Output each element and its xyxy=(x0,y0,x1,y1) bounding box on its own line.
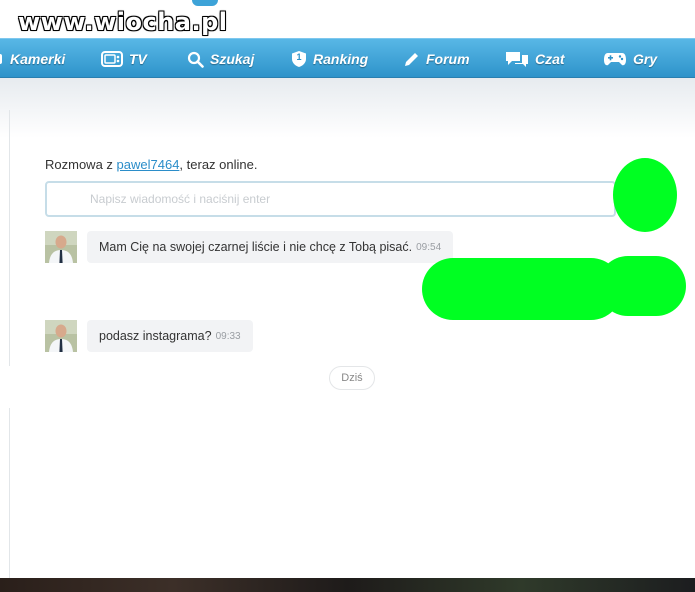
nav-item-gry[interactable]: Gry xyxy=(603,39,657,79)
censor-blob-message-end xyxy=(598,256,686,316)
ranking-badge-number: 1 xyxy=(296,52,302,62)
avatar xyxy=(45,231,77,263)
nav-label-szukaj: Szukaj xyxy=(210,51,255,67)
camera-icon xyxy=(0,52,4,66)
chat-bubbles-icon xyxy=(505,50,529,68)
message-time: 09:54 xyxy=(416,241,442,253)
nav-item-szukaj[interactable]: Szukaj xyxy=(187,39,254,79)
nav-item-czat[interactable]: Czat xyxy=(505,39,565,79)
nav-item-forum[interactable]: Forum xyxy=(403,39,470,79)
nav-item-ranking[interactable]: 1 Ranking xyxy=(291,39,368,79)
shield-badge-icon: 1 xyxy=(291,50,307,68)
nav-shadow xyxy=(0,78,695,138)
nav-label-gry: Gry xyxy=(633,51,658,67)
tv-icon xyxy=(101,51,123,67)
conversation-status: , teraz online. xyxy=(179,157,258,172)
nav-item-kamerki[interactable]: Kamerki xyxy=(0,39,65,79)
nav-item-tv[interactable]: TV xyxy=(101,39,147,79)
content-left-border-lower xyxy=(9,408,10,580)
conversation-username-link[interactable]: pawel7464 xyxy=(117,157,180,172)
message-input[interactable] xyxy=(45,181,616,217)
search-icon xyxy=(187,51,204,68)
conversation-prefix: Rozmowa z xyxy=(45,157,117,172)
avatar xyxy=(45,320,77,352)
nav-label-czat: Czat xyxy=(535,51,565,67)
message-text: podasz instagrama? xyxy=(99,329,212,343)
censor-blob-avatar xyxy=(613,158,677,232)
footer-background xyxy=(0,578,695,592)
message-time: 09:33 xyxy=(215,330,241,342)
watermark-swoosh xyxy=(192,0,218,6)
message-bubble-1: Mam Cię na swojej czarnej liście i nie c… xyxy=(87,231,454,263)
pencil-icon xyxy=(403,51,420,68)
message-text: Mam Cię na swojej czarnej liście i nie c… xyxy=(99,240,413,254)
main-nav: Kamerki TV Szukaj 1 Ranking Forum Czat G… xyxy=(0,38,695,78)
day-separator: Dziś xyxy=(329,366,375,390)
content-left-border xyxy=(9,110,10,366)
nav-label-tv: TV xyxy=(129,51,147,67)
gamepad-icon xyxy=(603,51,627,67)
censor-blob-message xyxy=(422,258,622,320)
conversation-header: Rozmowa z pawel7464, teraz online. xyxy=(45,157,257,172)
nav-label-forum: Forum xyxy=(426,51,470,67)
watermark: www.wiocha.pl xyxy=(18,8,228,36)
nav-label-kamerki: Kamerki xyxy=(10,51,66,67)
message-bubble-2: podasz instagrama? 09:33 xyxy=(87,320,253,352)
nav-label-ranking: Ranking xyxy=(313,51,369,67)
